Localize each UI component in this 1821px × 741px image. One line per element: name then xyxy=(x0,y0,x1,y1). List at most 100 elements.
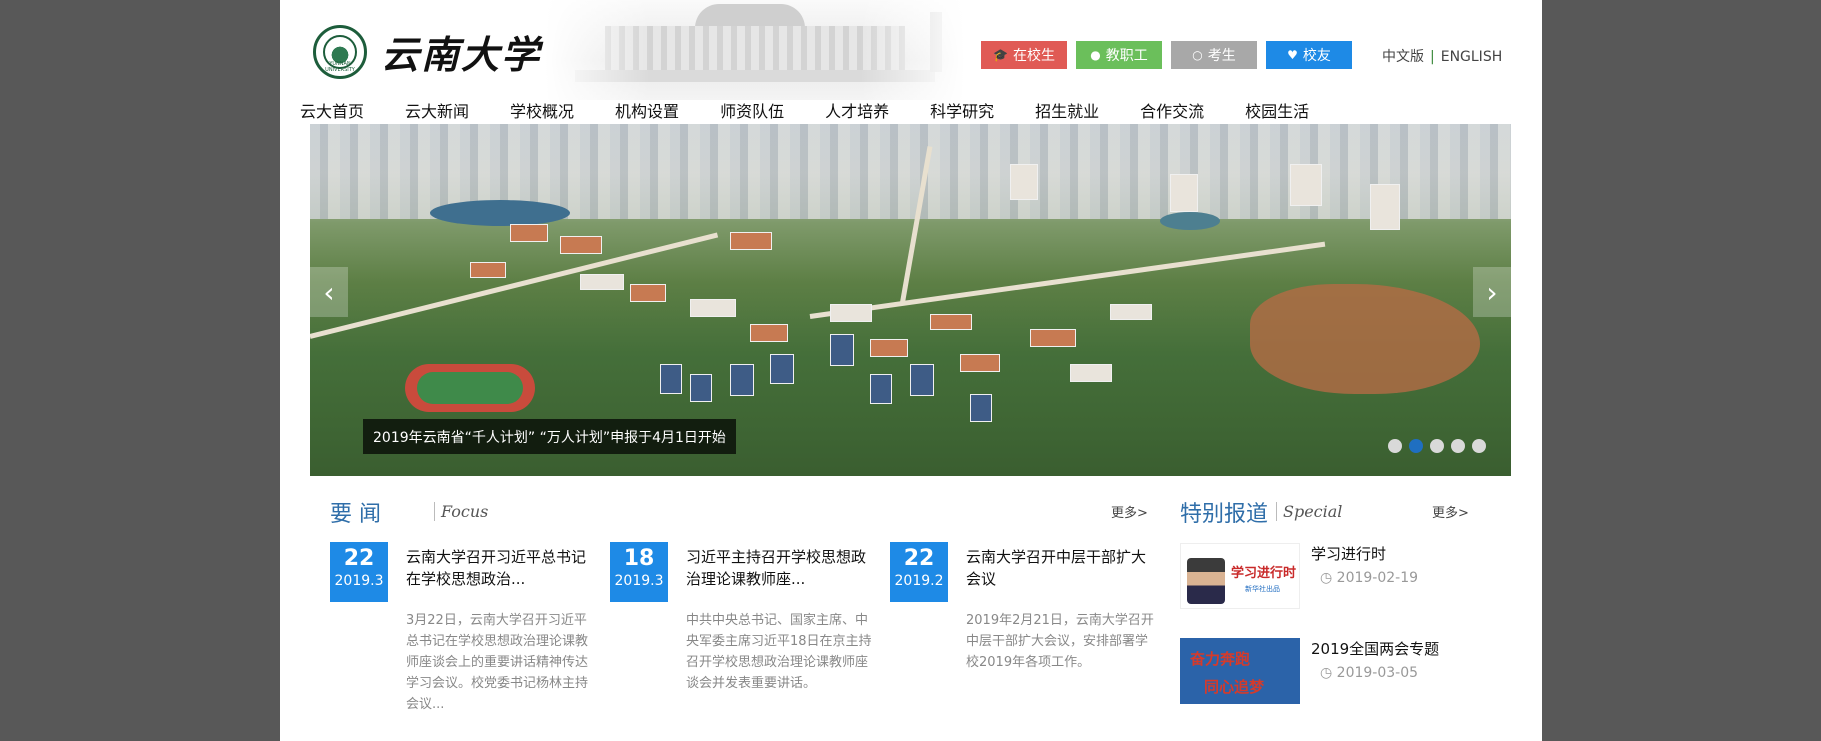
banner-dot[interactable] xyxy=(1451,439,1465,453)
university-logo[interactable]: YUNNAN UNIVERSITY 云南大学 xyxy=(313,24,541,79)
clock-icon: ◷ xyxy=(1320,665,1337,681)
banner-dot[interactable] xyxy=(1430,439,1444,453)
news-date-badge: 18 2019.3 xyxy=(610,542,668,602)
banner-dot[interactable] xyxy=(1388,439,1402,453)
user-outline-icon: ○ xyxy=(1192,48,1203,62)
banner-building xyxy=(830,334,854,366)
special-title-link[interactable]: 学习进行时 xyxy=(1311,543,1386,564)
nav-item-education[interactable]: 人才培养 xyxy=(825,98,889,122)
special-thumbnail[interactable]: 学习进行时 新华社出品 xyxy=(1180,543,1300,609)
staff-button[interactable]: ● 教职工 xyxy=(1076,41,1162,69)
news-title-link[interactable]: 云南大学召开中层干部扩大会议 xyxy=(966,546,1146,590)
alumni-button[interactable]: ♥ 校友 xyxy=(1266,41,1352,69)
banner-building xyxy=(730,232,772,250)
banner-building xyxy=(510,224,548,242)
graduation-cap-icon: 🎓 xyxy=(993,48,1008,62)
news-section-title: 要 闻 xyxy=(330,502,381,527)
nav-item-institutions[interactable]: 机构设置 xyxy=(615,98,679,122)
nav-item-faculty[interactable]: 师资队伍 xyxy=(720,98,784,122)
news-summary: 中共中央总书记、国家主席、中央军委主席习近平18日在京主持召开学校思想政治理论课… xyxy=(686,613,872,691)
banner-building xyxy=(830,304,872,322)
banner-dot-active[interactable] xyxy=(1409,439,1423,453)
banner-next-button[interactable]: › xyxy=(1473,267,1511,317)
students-button[interactable]: 🎓 在校生 xyxy=(981,41,1067,69)
heart-icon: ♥ xyxy=(1287,48,1298,62)
banner-building xyxy=(560,236,602,254)
nav-item-research[interactable]: 科学研究 xyxy=(930,98,994,122)
banner-building xyxy=(690,299,736,317)
thumbnail-headline: 同心追梦 xyxy=(1204,678,1265,696)
chevron-right-icon: › xyxy=(1486,275,1498,309)
special-title-link[interactable]: 2019全国两会专题 xyxy=(1311,638,1439,659)
banner-building xyxy=(730,364,754,396)
special-date: ◷ 2019-02-19 xyxy=(1320,570,1419,586)
banner-building xyxy=(750,324,788,342)
banner-building xyxy=(630,284,666,302)
quick-links: 🎓 在校生 ● 教职工 ○ 考生 ♥ 校友 xyxy=(981,41,1352,69)
banner-building xyxy=(1030,329,1076,347)
clock-icon: ◷ xyxy=(1320,570,1337,586)
banner-pond xyxy=(1160,212,1220,230)
banner-building xyxy=(960,354,1000,372)
lang-separator: | xyxy=(1430,49,1435,65)
chinese-version-link[interactable]: 中文版 xyxy=(1382,49,1424,65)
banner-building xyxy=(580,274,624,290)
thumbnail-headline: 奋力奔跑 xyxy=(1190,650,1251,668)
special-date: ◷ 2019-03-05 xyxy=(1320,665,1419,681)
banner-construction-area xyxy=(1250,284,1480,394)
special-section-subtitle: Special xyxy=(1276,502,1342,521)
nav-item-home[interactable]: 云大首页 xyxy=(300,98,364,122)
banner-building xyxy=(1110,304,1152,320)
banner-prev-button[interactable]: ‹ xyxy=(310,267,348,317)
banner-sports-track xyxy=(405,364,535,412)
applicants-button[interactable]: ○ 考生 xyxy=(1171,41,1257,69)
banner-building xyxy=(970,394,992,422)
main-nav: 云大首页 云大新闻 学校概况 机构设置 师资队伍 人才培养 科学研究 招生就业 … xyxy=(300,98,1350,122)
language-switch: 中文版 | ENGLISH xyxy=(1382,46,1502,66)
banner-lake xyxy=(430,200,570,226)
banner-building xyxy=(870,374,892,404)
university-seal-icon: YUNNAN UNIVERSITY xyxy=(313,24,367,79)
news-section-subtitle: Focus xyxy=(434,502,488,521)
banner-building xyxy=(910,364,934,396)
banner-building xyxy=(870,339,908,357)
banner-building xyxy=(930,314,972,330)
english-version-link[interactable]: ENGLISH xyxy=(1441,49,1503,65)
news-title-link[interactable]: 云南大学召开习近平总书记在学校思想政治... xyxy=(406,546,586,590)
news-more-link[interactable]: 更多> xyxy=(1111,502,1148,521)
news-date-badge: 22 2019.2 xyxy=(890,542,948,602)
university-wordmark: 云南大学 xyxy=(381,32,542,77)
banner-building xyxy=(660,364,682,394)
nav-item-cooperation[interactable]: 合作交流 xyxy=(1140,98,1204,122)
banner-caption[interactable]: 2019年云南省“千人计划” “万人计划”申报于4月1日开始 xyxy=(363,419,736,454)
nav-item-admissions[interactable]: 招生就业 xyxy=(1035,98,1099,122)
banner-building xyxy=(1170,174,1198,212)
banner-building xyxy=(690,374,712,402)
banner-building xyxy=(1010,164,1038,200)
user-icon: ● xyxy=(1090,48,1101,62)
banner-building xyxy=(770,354,794,384)
nav-item-campus-life[interactable]: 校园生活 xyxy=(1245,98,1309,122)
banner-road xyxy=(809,241,1326,319)
special-section-title: 特别报道 xyxy=(1180,502,1269,527)
banner-building xyxy=(1370,184,1400,230)
nav-item-overview[interactable]: 学校概况 xyxy=(510,98,574,122)
chevron-left-icon: ‹ xyxy=(323,275,335,309)
news-summary: 3月22日，云南大学召开习近平总书记在学校思想政治理论课教师座谈会上的重要讲话精… xyxy=(406,613,589,712)
banner-building xyxy=(1070,364,1112,382)
news-title-link[interactable]: 习近平主持召开学校思想政治理论课教师座... xyxy=(686,546,866,590)
banner-carousel[interactable]: ‹ › 2019年云南省“千人计划” “万人计划”申报于4月1日开始 xyxy=(310,124,1511,476)
special-more-link[interactable]: 更多> xyxy=(1432,502,1469,521)
portrait-image xyxy=(1187,558,1225,604)
thumbnail-source: 新华社出品 xyxy=(1245,585,1280,593)
thumbnail-headline: 学习进行时 xyxy=(1231,566,1297,581)
nav-item-news[interactable]: 云大新闻 xyxy=(405,98,469,122)
banner-building xyxy=(1290,164,1322,206)
page: YUNNAN UNIVERSITY 云南大学 🎓 在校生 ● 教职工 ○ 考生 … xyxy=(280,0,1542,741)
banner-building xyxy=(470,262,506,278)
header-building-image xyxy=(545,0,965,100)
banner-dot[interactable] xyxy=(1472,439,1486,453)
banner-pagination xyxy=(1388,439,1486,453)
special-thumbnail[interactable]: 奋力奔跑 同心追梦 xyxy=(1180,638,1300,704)
news-date-badge: 22 2019.3 xyxy=(330,542,388,602)
